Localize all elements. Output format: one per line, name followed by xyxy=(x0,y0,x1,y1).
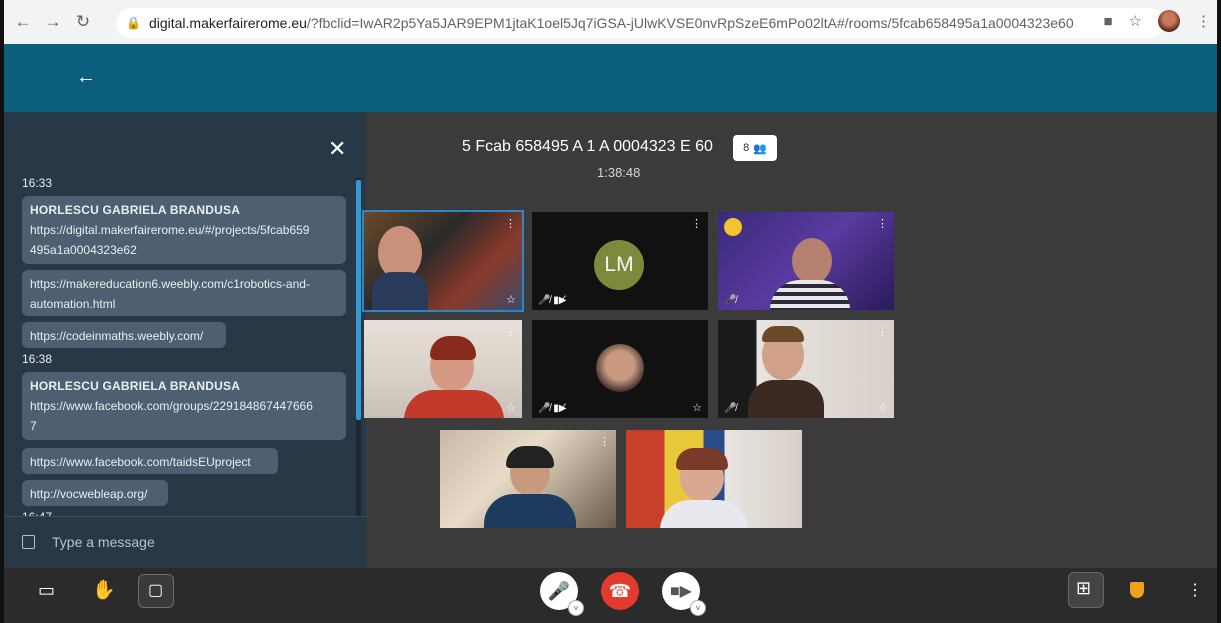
video-tile[interactable]: 🎤̸ ▮▶̸ ☆ xyxy=(532,320,708,418)
participant-body xyxy=(660,500,748,528)
video-camera-icon: ■▶ xyxy=(670,583,692,600)
chat-message: https://codeinmaths.weebly.com/ xyxy=(22,322,226,348)
back-icon[interactable]: ← xyxy=(12,11,34,33)
message-author: HORLESCU GABRIELA BRANDUSA xyxy=(30,379,241,393)
participant-count-badge[interactable]: 8 👥 xyxy=(733,135,777,161)
browser-actions: ■ ☆ ⋮ xyxy=(1103,10,1211,32)
video-tile[interactable]: ⋮ ☆ xyxy=(362,210,524,312)
chat-message: https://www.facebook.com/taidsEUproject xyxy=(22,448,278,474)
chat-icon: ▢ xyxy=(148,582,164,599)
call-timer: 1:38:48 xyxy=(597,165,641,180)
raise-hand-icon[interactable]: ✋ xyxy=(92,578,116,602)
video-tile[interactable]: ⋮ 🎤̸ ☆ xyxy=(718,320,894,418)
camera-icon[interactable]: ■ xyxy=(1103,13,1112,30)
message-link-cont[interactable]: 495a1a0004323e62 xyxy=(30,240,338,260)
chat-toggle-button[interactable]: ▢ xyxy=(138,574,174,608)
url-host: digital.makerfairerome.eu xyxy=(148,15,307,31)
pin-star-icon[interactable]: ☆ xyxy=(506,401,516,414)
video-tile[interactable] xyxy=(626,430,802,528)
pin-star-icon[interactable]: ☆ xyxy=(878,401,888,414)
chevron-down-icon[interactable]: ˅ xyxy=(690,600,706,616)
message-link[interactable]: https://digital.makerfairerome.eu/#/proj… xyxy=(30,220,338,240)
address-bar[interactable]: 🔒 digital.makerfairerome.eu /?fbclid=IwA… xyxy=(116,8,1164,38)
message-link[interactable]: https://www.facebook.com/taidsEUproject xyxy=(30,452,270,472)
participant-headset xyxy=(506,446,554,468)
mic-muted-icon: 🎤̸ ▮▶̸ xyxy=(538,403,567,414)
chat-message: HORLESCU GABRIELA BRANDUSA https://www.f… xyxy=(22,372,346,440)
screen-share-icon[interactable]: ▭ xyxy=(38,580,55,601)
chat-scrollbar-thumb[interactable] xyxy=(356,180,361,420)
message-link[interactable]: https://codeinmaths.weebly.com/ xyxy=(30,326,218,346)
hangup-button[interactable]: ☎ xyxy=(601,572,639,610)
phone-hangup-icon: ☎ xyxy=(608,580,632,601)
message-author: HORLESCU GABRIELA BRANDUSA xyxy=(30,203,241,217)
chat-message: https://makereducation6.weebly.com/c1rob… xyxy=(22,270,346,316)
grid-icon: ⊞ xyxy=(1076,578,1092,598)
message-link[interactable]: https://www.facebook.com/groups/22918486… xyxy=(30,396,338,416)
message-input[interactable]: Type a message xyxy=(52,534,155,550)
emoji-toggle-icon[interactable] xyxy=(22,535,35,549)
participant-body xyxy=(748,380,824,418)
forward-icon[interactable]: → xyxy=(42,11,64,33)
video-tile[interactable]: ⋮ 🎤̸ xyxy=(718,212,894,310)
message-link[interactable]: http://vocwebleap.org/ xyxy=(30,484,160,504)
app-header: ← xyxy=(4,44,1217,112)
tile-menu-icon[interactable]: ⋮ xyxy=(877,217,888,230)
room-title: 5 Fcab 658495 A 1 A 0004323 E 60 xyxy=(462,138,713,155)
reload-icon[interactable]: ↻ xyxy=(72,11,94,33)
mic-muted-icon: 🎤̸ ▮▶̸ xyxy=(538,295,567,306)
participant-count: 8 xyxy=(743,142,750,154)
participant-body xyxy=(484,494,576,528)
lock-icon: 🔒 xyxy=(126,16,141,30)
chat-timestamp: 16:33 xyxy=(22,176,53,190)
chat-message: HORLESCU GABRIELA BRANDUSA https://digit… xyxy=(22,196,346,264)
participant-body xyxy=(404,390,504,418)
chat-message: http://vocwebleap.org/ xyxy=(22,480,168,506)
profile-avatar[interactable] xyxy=(1158,10,1180,32)
back-arrow-icon[interactable]: ← xyxy=(76,66,96,89)
participant-body xyxy=(372,272,428,310)
pin-star-icon[interactable]: ☆ xyxy=(692,401,702,414)
tile-menu-icon[interactable]: ⋮ xyxy=(505,325,516,338)
browser-menu-icon[interactable]: ⋮ xyxy=(1196,12,1211,30)
video-tile[interactable]: LM ⋮ 🎤̸ ▮▶̸ xyxy=(532,212,708,310)
mic-muted-icon: 🎤̸ xyxy=(724,295,737,306)
video-tile[interactable]: ⋮ ☆ xyxy=(364,320,522,418)
participant-hair xyxy=(762,326,804,342)
chevron-down-icon[interactable]: ˅ xyxy=(568,600,584,616)
tile-menu-icon[interactable]: ⋮ xyxy=(599,435,610,448)
participant-avatar xyxy=(596,344,644,392)
tile-view-button[interactable]: ⊞ xyxy=(1068,572,1104,608)
camera-button[interactable]: ■▶ ˅ xyxy=(662,572,706,616)
tile-menu-icon[interactable]: ⋮ xyxy=(505,217,516,230)
url-path: /?fbclid=IwAR2p5Ya5JAR9EPM1jtaK1oel5Jq7i… xyxy=(306,15,1074,31)
participant-hair xyxy=(676,448,728,470)
participant-face xyxy=(792,238,832,284)
participant-avatar: LM xyxy=(594,240,644,290)
security-shield-icon[interactable] xyxy=(1130,582,1144,598)
tile-menu-icon[interactable]: ⋮ xyxy=(877,325,888,338)
browser-toolbar: ← → ↻ 🔒 digital.makerfairerome.eu /?fbcl… xyxy=(4,0,1217,44)
speaker-indicator-icon xyxy=(724,218,742,236)
mic-muted-icon: 🎤̸ xyxy=(724,403,737,414)
tile-menu-icon[interactable]: ⋮ xyxy=(691,217,702,230)
chat-input-area: Type a message xyxy=(4,516,366,568)
pin-star-icon[interactable]: ☆ xyxy=(506,293,516,306)
bookmark-star-icon[interactable]: ☆ xyxy=(1129,12,1142,30)
close-icon[interactable]: ✕ xyxy=(328,136,346,162)
message-link-cont[interactable]: automation.html xyxy=(30,294,338,314)
microphone-icon: 🎤 xyxy=(547,580,571,601)
chat-timestamp: 16:38 xyxy=(22,352,53,366)
participant-hair xyxy=(430,336,476,360)
participants-icon: 👥 xyxy=(753,142,767,155)
chat-panel: ✕ 16:33 HORLESCU GABRIELA BRANDUSA https… xyxy=(4,112,366,568)
video-tile[interactable]: ⋮ xyxy=(440,430,616,528)
message-link-cont[interactable]: 7 xyxy=(30,416,338,436)
more-options-icon[interactable]: ⋮ xyxy=(1187,580,1203,600)
microphone-button[interactable]: 🎤 ˅ xyxy=(540,572,584,616)
message-link[interactable]: https://makereducation6.weebly.com/c1rob… xyxy=(30,274,338,294)
